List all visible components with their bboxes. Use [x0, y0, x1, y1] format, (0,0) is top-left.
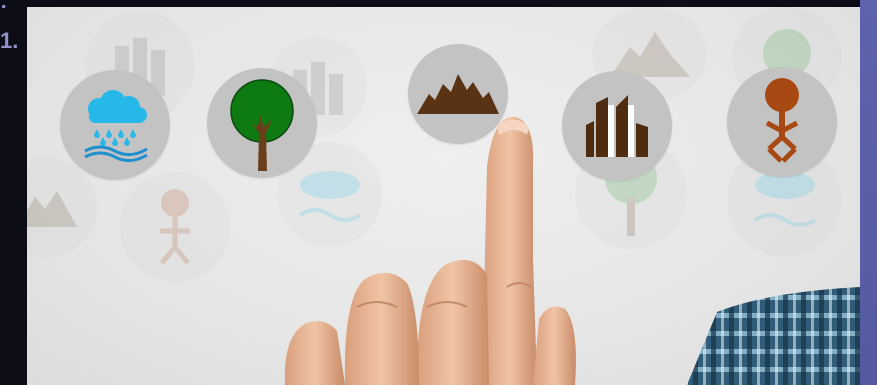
edge-text-2: 1.: [0, 28, 19, 53]
top-edge: [27, 0, 860, 7]
person-bubble[interactable]: [727, 67, 837, 177]
mountain-icon: [417, 74, 499, 114]
person-icon: [765, 78, 799, 163]
city-buildings-icon: [586, 95, 648, 157]
photo-panel: [27, 7, 860, 385]
screenshot-frame: : 1.: [0, 0, 877, 385]
edge-text-1: :: [0, 0, 8, 13]
rain-icon: [84, 90, 148, 162]
city-buildings-bubble[interactable]: [562, 71, 672, 181]
left-edge: : 1.: [0, 0, 27, 385]
mountain-bubble[interactable]: [408, 44, 508, 144]
tree-icon: [230, 79, 294, 171]
right-edge: [860, 0, 877, 385]
rain-bubble[interactable]: [60, 70, 170, 180]
tree-bubble[interactable]: [207, 68, 317, 178]
